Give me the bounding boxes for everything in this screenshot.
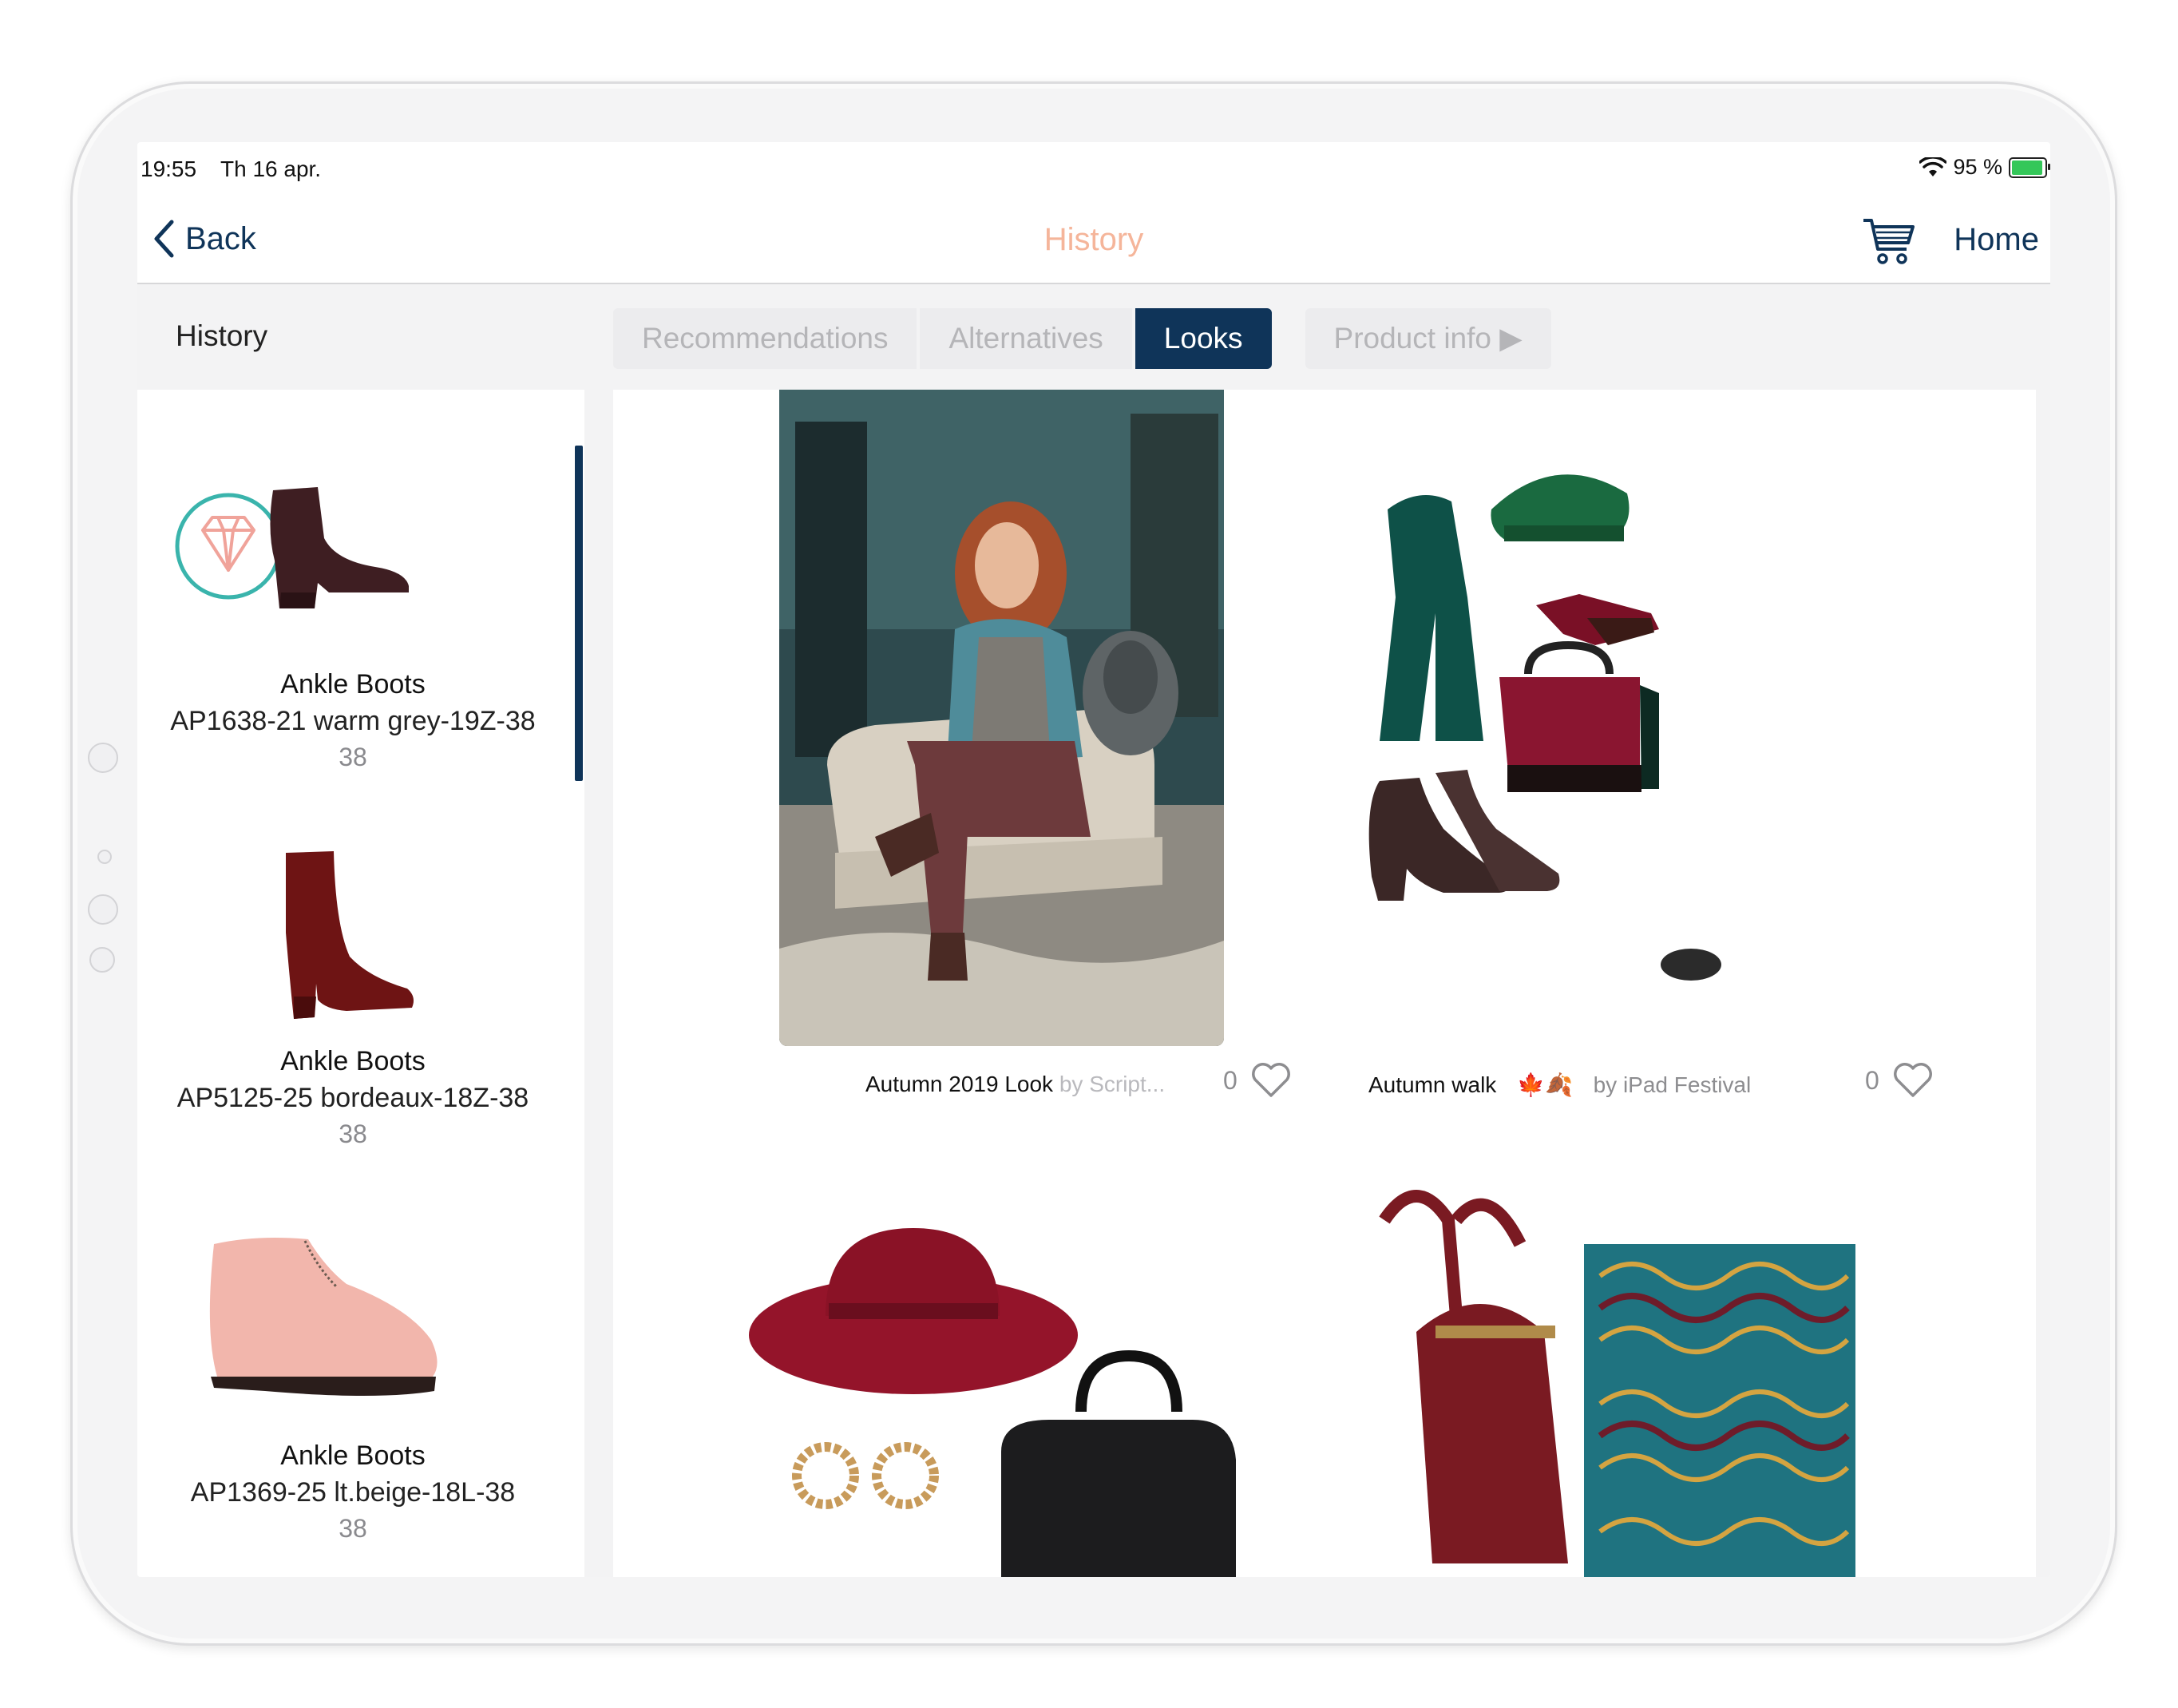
product-size: 38 [339, 743, 367, 771]
side-button [89, 947, 115, 973]
product-sku: AP5125-25 bordeaux-18Z-38 [176, 1083, 529, 1113]
status-date: Th 16 apr. [220, 157, 322, 181]
product-sku: AP1638-21 warm grey-19Z-38 [170, 706, 536, 736]
history-list: Ankle Boots AP1638-21 warm grey-19Z-38 3… [137, 390, 584, 1577]
app-screen: 19:55 Th 16 apr. 95 % Back History Home … [137, 142, 2050, 1577]
look-author: by Script... [1059, 1072, 1166, 1096]
look-title: Autumn walk [1368, 1072, 1497, 1097]
side-button [88, 894, 118, 925]
look-title: Autumn 2019 Look [865, 1072, 1054, 1096]
look-flatlay[interactable] [746, 1220, 1265, 1577]
look-flatlay[interactable] [1348, 454, 1907, 1028]
product-image [137, 466, 568, 666]
product-size: 38 [339, 1120, 367, 1148]
tab-recommendations[interactable]: Recommendations [613, 308, 917, 369]
history-item[interactable]: Ankle Boots AP1369-25 lt.beige-18L-38 38 [137, 1220, 568, 1546]
history-item[interactable]: Ankle Boots AP5125-25 bordeaux-18Z-38 38 [137, 837, 568, 1151]
battery-icon [2009, 157, 2050, 178]
wifi-icon [1919, 157, 1947, 176]
look-flatlay[interactable] [1368, 1188, 1855, 1577]
product-image [137, 1220, 568, 1437]
look-emoji: 🍁🍂 [1517, 1072, 1573, 1097]
status-time: 19:55 [141, 157, 197, 181]
tab-product-info[interactable]: Product info ▶ [1305, 308, 1551, 369]
product-name: Ankle Boots [280, 669, 426, 699]
heart-icon[interactable] [1892, 1062, 1934, 1099]
tab-looks[interactable]: Looks [1135, 308, 1272, 369]
history-item[interactable]: Ankle Boots AP1638-21 warm grey-19Z-38 3… [137, 466, 568, 775]
side-button [88, 743, 118, 773]
scrollbar[interactable] [575, 446, 583, 781]
look-author: by iPad Festival [1593, 1072, 1752, 1097]
product-name: Ankle Boots [280, 1441, 426, 1471]
product-name: Ankle Boots [280, 1046, 426, 1076]
like-control[interactable]: 0 [1223, 1062, 1292, 1099]
tab-bar: Recommendations Alternatives Looks Produ… [613, 308, 1551, 369]
history-heading: History [176, 319, 268, 352]
heart-icon[interactable] [1250, 1062, 1292, 1099]
look-photo[interactable] [779, 390, 1224, 1046]
tab-alternatives[interactable]: Alternatives [920, 308, 1132, 369]
side-button [97, 850, 112, 864]
battery-percent: 95 % [1953, 155, 2002, 179]
page-title: History [1043, 222, 1144, 257]
navigation-bar: Back History Home [137, 198, 2050, 284]
looks-grid: Autumn 2019 Look by Script... 0 Autumn w… [613, 390, 2036, 1577]
status-bar: 19:55 Th 16 apr. 95 % [137, 142, 2050, 198]
like-control[interactable]: 0 [1865, 1062, 1934, 1099]
cart-icon[interactable] [1862, 216, 1916, 267]
like-count: 0 [1223, 1065, 1238, 1095]
product-image [137, 837, 568, 1043]
look-caption: Autumn 2019 Look by Script... [865, 1072, 1165, 1097]
look-caption: Autumn walk 🍁🍂 by iPad Festival [1368, 1072, 1751, 1098]
product-size: 38 [339, 1514, 367, 1543]
like-count: 0 [1865, 1065, 1879, 1095]
product-sku: AP1369-25 lt.beige-18L-38 [190, 1477, 516, 1508]
home-button[interactable]: Home [1954, 222, 2039, 258]
